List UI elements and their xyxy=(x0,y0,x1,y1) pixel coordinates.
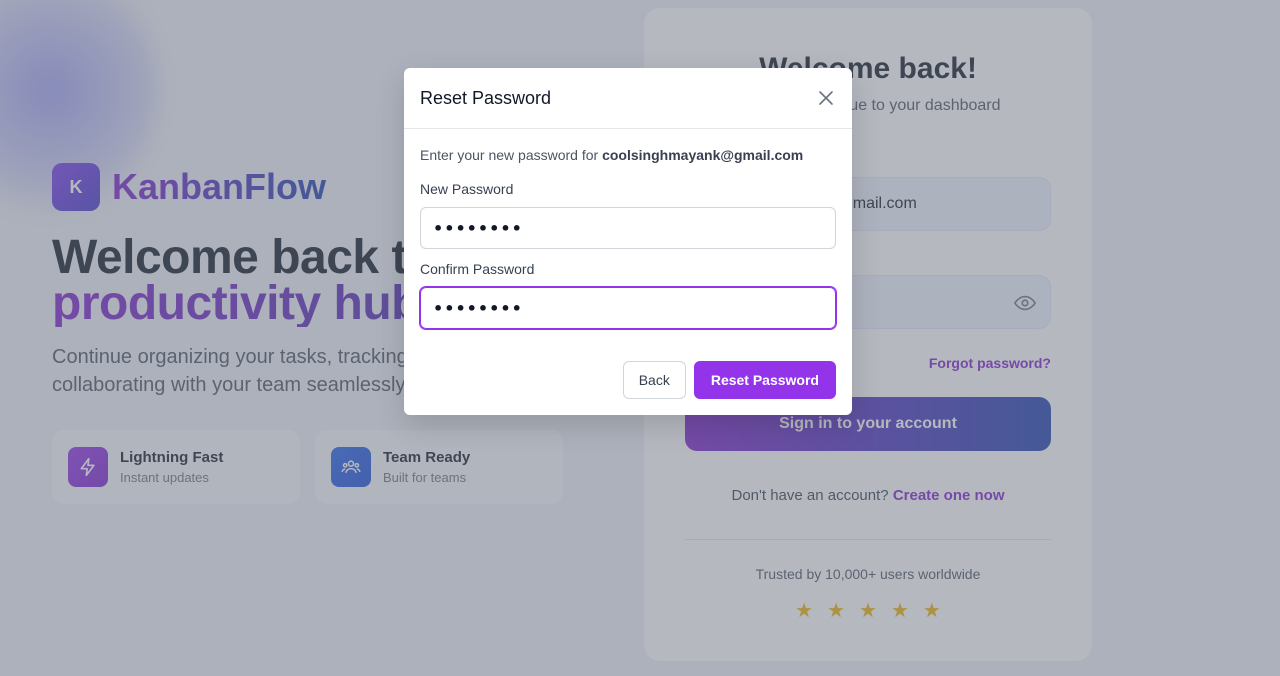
modal-header: Reset Password xyxy=(404,68,852,129)
modal-actions: Back Reset Password xyxy=(622,361,836,399)
reset-password-modal: Reset Password Enter your new password f… xyxy=(404,68,852,415)
description-prefix: Enter your new password for xyxy=(420,147,599,163)
close-icon[interactable] xyxy=(816,88,836,108)
confirm-password-input[interactable]: •••••••• xyxy=(420,287,836,329)
modal-description: Enter your new password for coolsinghmay… xyxy=(420,147,836,163)
new-password-input[interactable]: •••••••• xyxy=(420,207,836,249)
confirm-password-label: Confirm Password xyxy=(420,261,535,277)
back-button[interactable]: Back xyxy=(622,361,686,399)
description-email: coolsinghmayank@gmail.com xyxy=(602,147,804,163)
new-password-label: New Password xyxy=(420,181,514,197)
modal-body: Enter your new password for coolsinghmay… xyxy=(404,129,852,329)
reset-password-button[interactable]: Reset Password xyxy=(693,361,836,399)
modal-title: Reset Password xyxy=(420,87,552,108)
